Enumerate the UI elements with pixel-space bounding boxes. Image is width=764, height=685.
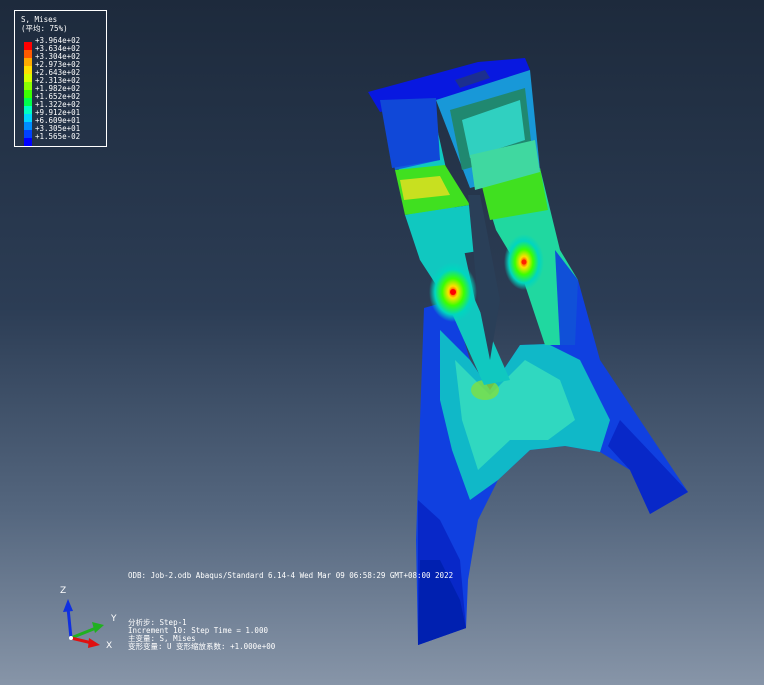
z-axis-arrow <box>66 607 73 639</box>
z-axis-label: Z <box>60 586 66 596</box>
step-info: 分析步: Step-1 Increment 10: Step Time = 1.… <box>128 619 275 651</box>
y-axis-label: Y <box>110 614 117 624</box>
top-frame <box>368 58 540 190</box>
x-axis-label: X <box>106 641 112 651</box>
coordinate-triad: Z Y X <box>60 586 117 651</box>
y-axis-arrow <box>70 626 97 640</box>
odb-info: ODB: Job-2.odb Abaqus/Standard 6.14-4 We… <box>128 571 454 580</box>
deformed-variable-line: 变形变量: U 变形缩放系数: +1.000e+00 <box>128 642 276 651</box>
